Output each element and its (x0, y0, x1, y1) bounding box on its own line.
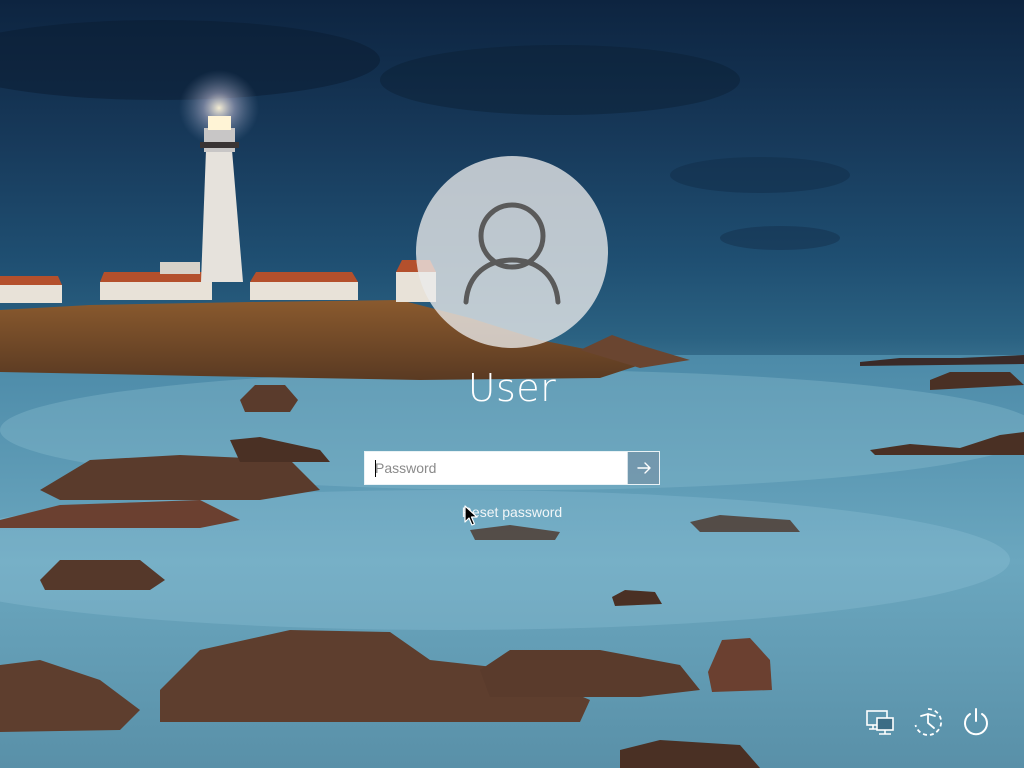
mouse-cursor-icon (464, 505, 478, 526)
arrow-right-icon (636, 462, 651, 474)
ease-of-access-button[interactable] (910, 704, 946, 740)
ease-of-access-icon (914, 708, 943, 736)
lock-screen: User Reset password (0, 0, 1024, 768)
power-icon (964, 708, 988, 736)
password-box (364, 451, 660, 485)
network-icon (866, 710, 894, 735)
power-button[interactable] (958, 704, 994, 740)
submit-button[interactable] (627, 452, 659, 484)
network-button[interactable] (862, 704, 898, 740)
user-name: User (467, 366, 557, 410)
reset-password-link[interactable]: Reset password (412, 504, 612, 520)
user-avatar (416, 156, 608, 348)
user-icon (463, 202, 561, 305)
password-input[interactable] (365, 452, 627, 484)
text-caret (375, 460, 376, 477)
